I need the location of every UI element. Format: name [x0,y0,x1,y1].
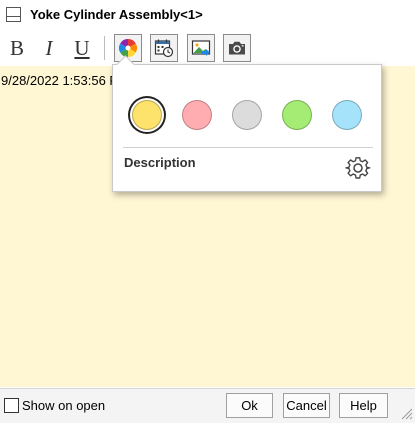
image-icon [191,40,211,56]
formatting-toolbar: B I U [0,32,415,64]
show-on-open-label: Show on open [22,398,106,413]
swatch-light-blue[interactable] [332,100,362,130]
color-wheel-icon [118,39,138,58]
bold-button[interactable]: B [5,36,29,60]
popup-divider [123,147,373,148]
gear-icon [345,157,371,179]
toolbar-separator [104,36,105,60]
dialog-footer: Show on open Ok Cancel Help [0,388,415,423]
color-picker-popup: Description [112,64,382,192]
swatch-green[interactable] [282,100,312,130]
swatch-pink[interactable] [182,100,212,130]
resize-grip-icon[interactable] [400,407,413,420]
settings-button[interactable] [345,155,371,181]
note-window-icon [6,7,21,22]
camera-icon [229,41,245,55]
swatch-gray[interactable] [232,100,262,130]
description-label: Description [124,155,196,170]
cancel-button[interactable]: Cancel [283,393,330,418]
swatch-yellow[interactable] [132,100,162,130]
show-on-open-checkbox[interactable]: Show on open [4,398,105,413]
insert-image-button[interactable] [187,34,215,62]
window-title: Yoke Cylinder Assembly<1> [30,7,203,22]
italic-button[interactable]: I [37,36,61,60]
underline-button[interactable]: U [70,36,94,60]
ok-button[interactable]: Ok [226,393,273,418]
insert-date-button[interactable] [150,34,178,62]
checkbox-box[interactable] [4,398,19,413]
calendar-clock-icon [154,39,174,58]
help-button[interactable]: Help [339,393,388,418]
title-bar: Yoke Cylinder Assembly<1> [0,0,415,30]
screenshot-button[interactable] [223,34,251,62]
note-timestamp: 9/28/2022 1:53:56 P [1,73,119,88]
